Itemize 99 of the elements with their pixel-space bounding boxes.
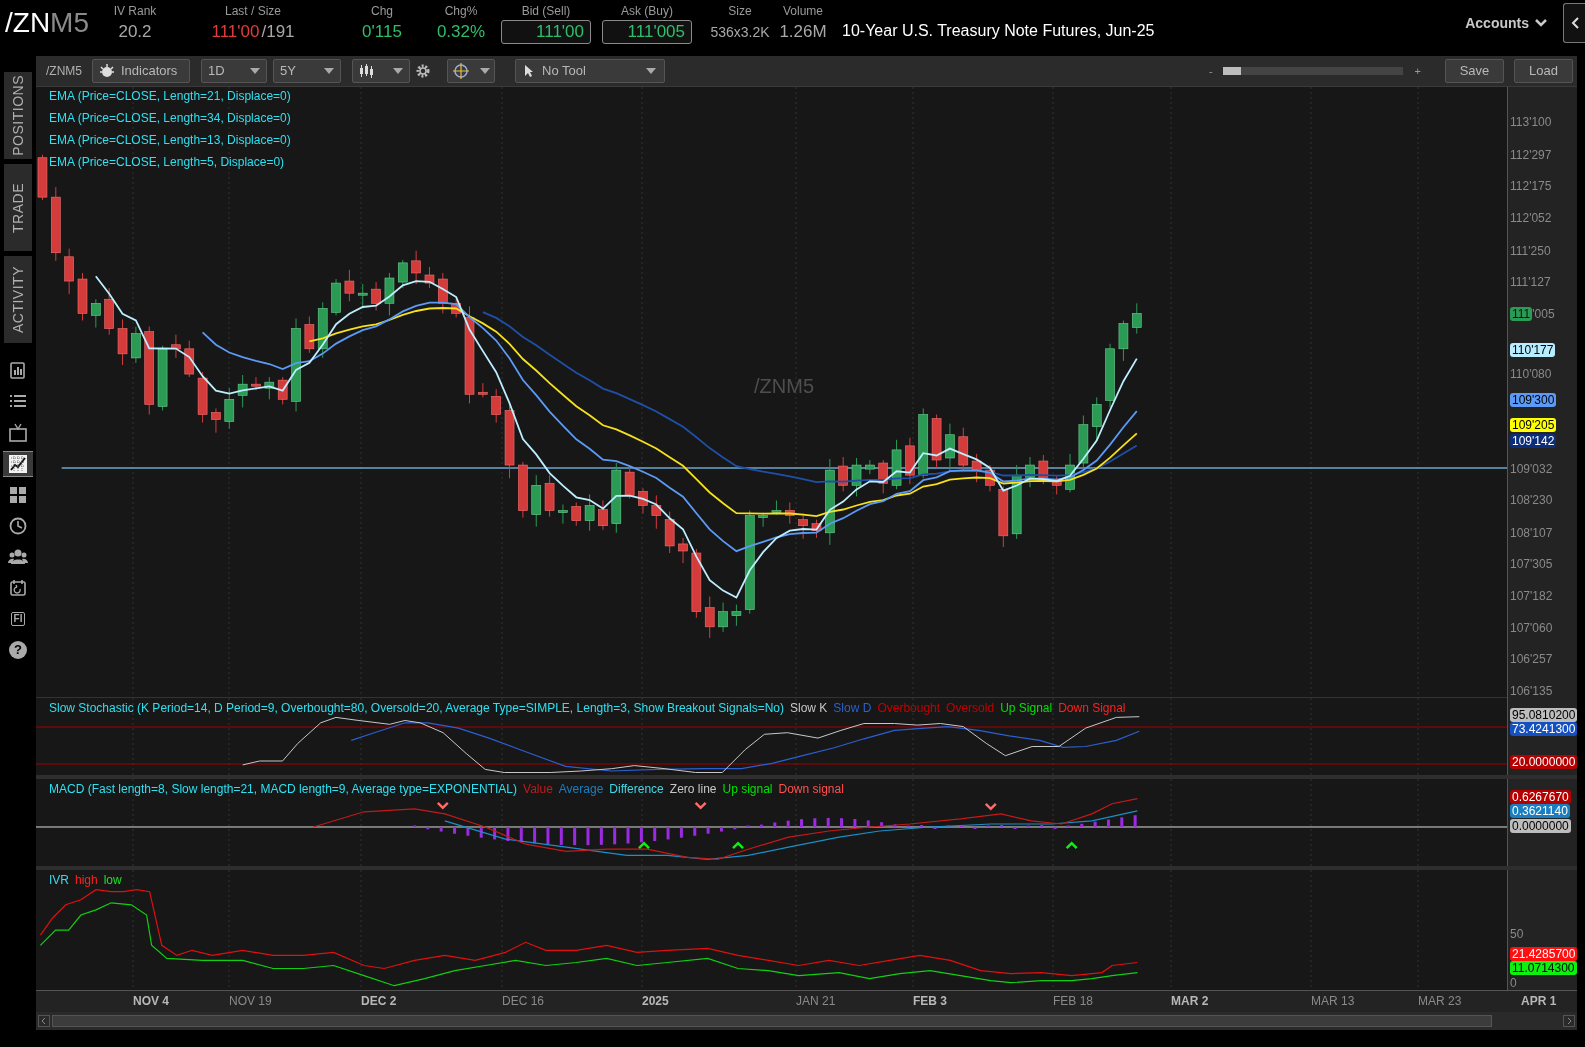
indicator-value-badge: 73.4241300 — [1510, 722, 1578, 736]
indicators-button[interactable]: Indicators — [92, 59, 190, 83]
price-marker-badge: 109'205 — [1510, 417, 1557, 432]
date-label: FEB 3 — [913, 994, 947, 1008]
legend-label: Slow D — [833, 701, 872, 716]
legend-label: Average — [558, 782, 604, 797]
field-label: Chg% — [444, 3, 478, 19]
legend-label: Up signal — [722, 782, 773, 797]
study-title: MACD (Fast length=8, Slow length=21, MACD length=9, Average type=EXPONENTIAL) — [49, 782, 517, 797]
accounts-menu[interactable]: Accounts — [1465, 12, 1547, 34]
indicator-value-badge: 0.3621140 — [1510, 804, 1570, 818]
quote-size: /191 — [261, 21, 295, 43]
sidebar-icon-button[interactable]: ? — [3, 637, 33, 663]
study-label: EMA (Price=CLOSE, Length=5, Displace=0) — [49, 155, 286, 170]
quote-value: 111'00 — [211, 21, 260, 43]
ivr-tick-label: 50 — [1510, 927, 1524, 941]
toolbar-button[interactable]: Save — [1445, 59, 1504, 83]
field-label: Bid (Sell) — [521, 3, 571, 19]
instrument-description: 10-Year U.S. Treasury Note Futures, Jun-25 — [842, 21, 1155, 41]
date-label: NOV 4 — [133, 994, 169, 1008]
field-label: Last / Size — [225, 3, 281, 19]
symbol-suffix: M5 — [50, 7, 89, 38]
price-tick-label: 112'297 — [1510, 147, 1552, 162]
legend-label: Value — [523, 782, 553, 797]
price-tick-label: 112'052 — [1510, 211, 1552, 226]
ivr-tick-label: 0 — [1510, 976, 1517, 990]
price-tick-label: 112'175 — [1510, 179, 1552, 193]
legend-label: Overbought — [877, 701, 941, 716]
date-label: MAR 13 — [1311, 994, 1355, 1008]
price-marker-badge: 109'300 — [1510, 393, 1557, 408]
indicator-value-badge: 21.4285700 — [1510, 947, 1578, 961]
sidebar-tab[interactable]: POSITIONS — [4, 72, 32, 159]
price-tick-label: 106'135 — [1510, 683, 1553, 698]
quote-value-field: 111'00 — [501, 20, 591, 44]
field-label: IV Rank — [113, 3, 157, 19]
symbol-root: /ZN — [5, 7, 51, 38]
date-label: FEB 18 — [1053, 994, 1094, 1008]
field-label: Volume — [783, 3, 823, 19]
field-label: Chg — [371, 3, 393, 19]
price-marker-badge: 109'142 — [1510, 433, 1557, 448]
legend-label: Oversold — [946, 701, 995, 716]
sidebar-icon-button[interactable]: FI — [3, 606, 33, 632]
legend-label: high — [75, 873, 98, 888]
zoom-out-label: - — [1208, 63, 1213, 79]
price-marker-badge: 110'177 — [1510, 342, 1556, 357]
drawing-tool-dropdown[interactable]: No Tool — [515, 59, 665, 83]
price-tick-label: 107'182 — [1510, 589, 1553, 604]
date-label: MAR 2 — [1171, 994, 1209, 1008]
date-label: JAN 21 — [796, 994, 836, 1008]
quote-value: 20.2 — [118, 21, 152, 43]
price-tick-label: 107'305 — [1510, 557, 1553, 572]
field-label: Ask (Buy) — [621, 3, 673, 19]
price-tick-label: 109'032 — [1510, 462, 1553, 477]
date-label: DEC 16 — [502, 994, 545, 1008]
price-tick-label: '005 — [1532, 307, 1555, 322]
toolbar-button[interactable]: Load — [1514, 59, 1573, 83]
legend-label: Difference — [609, 782, 664, 797]
price-tick-label: 111'127 — [1510, 275, 1551, 290]
legend-label: Slow K — [790, 701, 828, 716]
date-label: 2025 — [642, 994, 669, 1008]
quote-value-field: 111'005 — [602, 20, 692, 44]
date-label: MAR 23 — [1418, 994, 1462, 1008]
date-label: NOV 19 — [229, 994, 272, 1008]
legend-label: Zero line — [669, 782, 717, 797]
indicator-value-badge: 20.0000000 — [1510, 755, 1578, 769]
price-tick-label: 106'257 — [1510, 652, 1553, 667]
legend-label: IVR — [49, 873, 69, 888]
quote-value: 0.32% — [436, 21, 486, 43]
legend-label: low — [103, 873, 122, 888]
indicator-value-badge: 0.0000000 — [1510, 819, 1571, 833]
legend-label: Down Signal — [1058, 701, 1126, 716]
indicator-value-badge: 11.0714300 — [1510, 961, 1577, 975]
price-tick-label: 108'107 — [1510, 525, 1553, 540]
sidebar-tab[interactable]: ACTIVITY — [4, 256, 32, 343]
sidebar-tab[interactable]: TRADE — [4, 164, 32, 251]
field-label: Size — [728, 3, 752, 19]
price-tick-label: 107'060 — [1510, 620, 1553, 635]
price-tick-label: 113'100 — [1510, 115, 1552, 130]
price-tick-label: 111'250 — [1510, 243, 1551, 258]
aggregation-dropdown[interactable]: 5Y — [273, 59, 341, 83]
quote-value: 536x3.2K — [710, 23, 770, 42]
study-title: Slow Stochastic (K Period=14, D Period=9, Overbought=80, Oversold=20, Average Type=SIMPLE, Length=3, Show Breakout Signals=No) — [49, 701, 784, 716]
last-price-badge: 111 — [1510, 307, 1533, 322]
legend-label: Down signal — [778, 782, 844, 797]
price-tick-label: 108'230 — [1510, 493, 1553, 508]
study-label: EMA (Price=CLOSE, Length=21, Displace=0) — [49, 89, 291, 104]
study-label: EMA (Price=CLOSE, Length=34, Displace=0) — [49, 111, 291, 126]
chart-symbol: /ZNM5 — [46, 63, 82, 80]
study-label: EMA (Price=CLOSE, Length=13, Displace=0) — [49, 133, 291, 148]
quote-value: 1.26M — [779, 21, 827, 43]
indicator-value-badge: 95.0810200 — [1510, 708, 1578, 722]
price-tick-label: 110'080 — [1510, 367, 1552, 382]
date-label: APR 1 — [1521, 994, 1557, 1008]
aggregation-dropdown[interactable]: 1D — [201, 59, 267, 83]
zoom-in-label: + — [1414, 63, 1421, 79]
legend-label: Up Signal — [1000, 701, 1053, 716]
quote-value: 0'115 — [362, 21, 402, 43]
indicator-value-badge: 0.6267670 — [1510, 790, 1571, 804]
date-label: DEC 2 — [361, 994, 397, 1008]
